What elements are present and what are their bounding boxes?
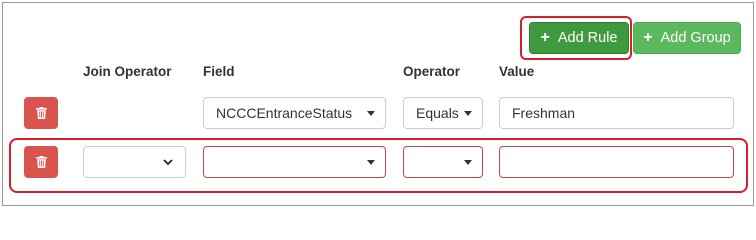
value-input[interactable]: Freshman — [499, 97, 734, 129]
header-join-operator: Join Operator — [83, 64, 172, 79]
header-field: Field — [203, 64, 235, 79]
join-operator-select[interactable] — [83, 146, 186, 178]
field-select[interactable]: NCCCEntranceStatus — [203, 97, 386, 129]
operator-select[interactable] — [403, 146, 483, 178]
value-input[interactable] — [499, 146, 734, 178]
header-operator: Operator — [403, 64, 461, 79]
add-rule-button[interactable]: + Add Rule — [529, 22, 629, 54]
plus-icon: + — [540, 29, 550, 46]
delete-rule-button[interactable] — [24, 146, 58, 178]
field-select-value: NCCCEntranceStatus — [216, 105, 353, 121]
caret-down-icon — [464, 111, 472, 116]
add-group-button[interactable]: + Add Group — [633, 22, 741, 54]
plus-icon: + — [643, 29, 653, 46]
trash-icon — [35, 107, 47, 119]
add-group-label: Add Group — [660, 30, 731, 46]
caret-down-icon — [464, 160, 472, 165]
caret-down-icon — [367, 111, 375, 116]
delete-rule-button[interactable] — [24, 97, 58, 129]
operator-select[interactable]: Equals — [403, 97, 483, 129]
header-value: Value — [499, 64, 535, 79]
value-input-text: Freshman — [512, 105, 576, 121]
field-select[interactable] — [203, 146, 386, 178]
trash-icon — [35, 156, 47, 168]
add-rule-label: Add Rule — [557, 30, 618, 46]
chevron-down-icon — [163, 159, 173, 166]
operator-select-value: Equals — [416, 105, 459, 121]
caret-down-icon — [367, 160, 375, 165]
